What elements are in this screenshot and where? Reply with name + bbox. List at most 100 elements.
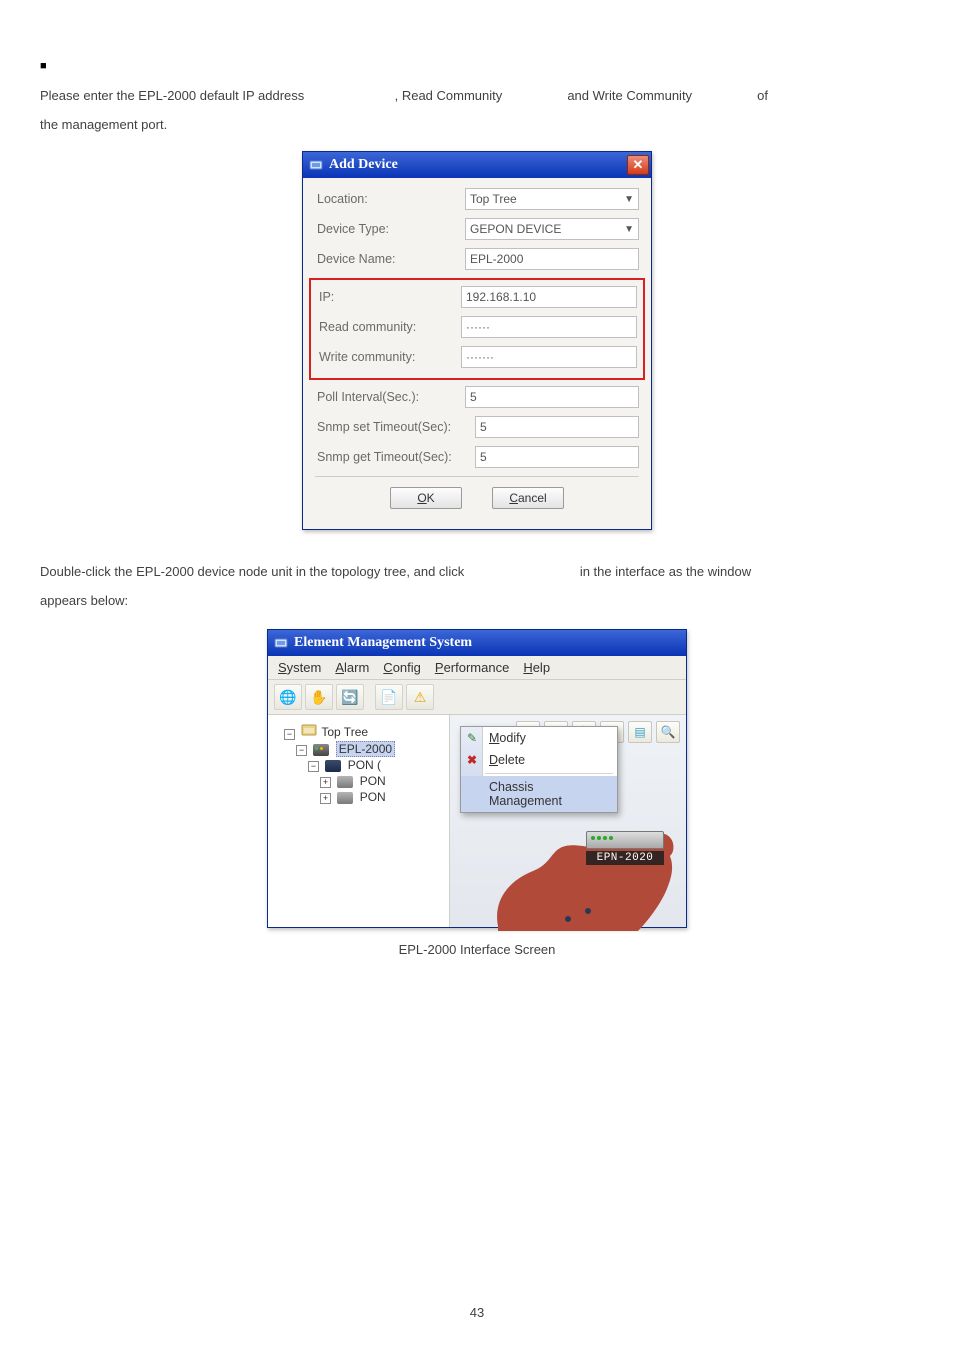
mid-1a: Double-click the EPL-2000 device node un… xyxy=(40,564,464,579)
mid-paragraph: Double-click the EPL-2000 device node un… xyxy=(40,558,914,587)
location-label: Location: xyxy=(315,192,465,206)
refresh-icon: 🔄 xyxy=(341,689,358,706)
map-tool-zoom[interactable]: 🔍 xyxy=(656,721,680,743)
menu-system[interactable]: System xyxy=(278,660,321,675)
tree-collapse-icon[interactable]: − xyxy=(308,761,319,772)
map-device-icon xyxy=(586,831,664,849)
intro-1c: and Write Community xyxy=(567,88,692,103)
intro-gap1 xyxy=(308,88,391,103)
mid-1b: in the interface as the window xyxy=(580,564,751,579)
read-community-input[interactable] xyxy=(461,316,637,338)
write-community-input[interactable] xyxy=(461,346,637,368)
intro-gap3 xyxy=(696,88,754,103)
menu-config[interactable]: Config xyxy=(383,660,421,675)
ip-input[interactable] xyxy=(461,286,637,308)
menu-config-u: C xyxy=(383,660,392,675)
tree-collapse-icon[interactable]: − xyxy=(284,729,295,740)
ctx-chassis-label: Chassis Management xyxy=(489,780,607,808)
ems-menubar: System Alarm Config Performance Help xyxy=(268,656,686,680)
toolbar-btn-1[interactable]: 🌐 xyxy=(274,684,302,710)
map-device-block[interactable]: EPN-2020 xyxy=(586,831,664,865)
device-type-value: GEPON DEVICE xyxy=(470,222,561,236)
hand-icon: ✋ xyxy=(310,689,327,706)
device-type-combo[interactable]: GEPON DEVICE ▼ xyxy=(465,218,639,240)
menu-config-r: onfig xyxy=(393,660,421,675)
ctx-modify[interactable]: ✎ Modify xyxy=(461,727,617,749)
device-type-label: Device Type: xyxy=(315,222,465,236)
tree-pon2[interactable]: PON xyxy=(360,790,386,804)
location-value: Top Tree xyxy=(470,192,517,206)
intro-gap2 xyxy=(506,88,564,103)
tree-epl-node[interactable]: EPL-2000 xyxy=(336,741,395,757)
snmp-get-timeout-input[interactable] xyxy=(475,446,639,468)
menu-alarm-r: larm xyxy=(344,660,369,675)
read-community-label: Read community: xyxy=(317,320,461,334)
menu-alarm[interactable]: Alarm xyxy=(335,660,369,675)
poll-interval-label: Poll Interval(Sec.): xyxy=(315,390,465,404)
menu-performance[interactable]: Performance xyxy=(435,660,509,675)
ems-titlebar: Element Management System xyxy=(268,630,686,656)
toolbar-btn-5[interactable]: ⚠ xyxy=(406,684,434,710)
close-icon: ✕ xyxy=(633,157,644,173)
cancel-button[interactable]: Cancel xyxy=(492,487,564,509)
ctx-delete[interactable]: ✖ Delete xyxy=(461,749,617,771)
location-combo[interactable]: Top Tree ▼ xyxy=(465,188,639,210)
tree-expand-icon[interactable]: + xyxy=(320,793,331,804)
intro-1d: of xyxy=(757,88,768,103)
zoom-icon: 🔍 xyxy=(661,725,676,739)
chevron-down-icon: ▼ xyxy=(624,194,634,205)
intro-1a: Please enter the EPL-2000 default IP add… xyxy=(40,88,304,103)
dialog-app-icon xyxy=(309,158,323,172)
device-name-input[interactable] xyxy=(465,248,639,270)
snmp-set-timeout-label: Snmp set Timeout(Sec): xyxy=(315,420,475,434)
page-number: 43 xyxy=(0,1305,954,1320)
ems-toolbar: 🌐 ✋ 🔄 📄 ⚠ xyxy=(268,680,686,715)
cancel-rest: ancel xyxy=(518,491,547,505)
poll-interval-input[interactable] xyxy=(465,386,639,408)
tree-pon1[interactable]: PON xyxy=(360,774,386,788)
ctx-modify-u: M xyxy=(489,731,499,745)
ctx-delete-u: D xyxy=(489,753,498,767)
ctx-chassis-management[interactable]: Chassis Management xyxy=(461,776,617,812)
edit-icon: ✎ xyxy=(465,731,479,745)
warning-icon: ⚠ xyxy=(414,689,427,706)
figure-caption: EPL-2000 Interface Screen xyxy=(40,942,914,957)
topology-tree[interactable]: − Top Tree − EPL-2000 xyxy=(268,715,450,927)
ok-button[interactable]: OK xyxy=(390,487,462,509)
intro-paragraph: Please enter the EPL-2000 default IP add… xyxy=(40,82,914,111)
highlighted-fields: IP: Read community: Write community: xyxy=(309,278,645,380)
card-icon xyxy=(325,760,341,772)
tree-collapse-icon[interactable]: − xyxy=(296,745,307,756)
toolbar-btn-3[interactable]: 🔄 xyxy=(336,684,364,710)
menu-system-u: S xyxy=(278,660,287,675)
map-landmass xyxy=(488,811,678,931)
ems-title: Element Management System xyxy=(294,635,472,651)
snmp-set-timeout-input[interactable] xyxy=(475,416,639,438)
context-menu: ✎ Modify ✖ Delete Chassis Management xyxy=(460,726,618,813)
dialog-titlebar: Add Device ✕ xyxy=(303,152,651,178)
menu-help[interactable]: Help xyxy=(523,660,550,675)
map-tool-grid[interactable]: ▤ xyxy=(628,721,652,743)
ems-window: Element Management System System Alarm C… xyxy=(267,629,687,928)
tree-root-icon xyxy=(301,723,317,740)
menu-help-u: H xyxy=(523,660,532,675)
ctx-delete-r: elete xyxy=(498,753,525,767)
dialog-title: Add Device xyxy=(329,157,398,173)
port-icon xyxy=(337,776,353,788)
mid-gap xyxy=(468,564,576,579)
ok-rest: K xyxy=(427,491,435,505)
ok-mnemonic: O xyxy=(417,491,426,505)
tree-pon-card[interactable]: PON ( xyxy=(348,758,381,772)
globe-icon: 🌐 xyxy=(279,689,296,706)
close-button[interactable]: ✕ xyxy=(627,155,649,175)
delete-icon: ✖ xyxy=(465,753,479,767)
menu-help-r: elp xyxy=(533,660,550,675)
ctx-separator xyxy=(485,773,613,774)
tree-expand-icon[interactable]: + xyxy=(320,777,331,788)
grid-icon: ▤ xyxy=(634,725,645,739)
intro-paragraph-2: the management port. xyxy=(40,111,914,140)
toolbar-btn-4[interactable]: 📄 xyxy=(375,684,403,710)
toolbar-btn-2[interactable]: ✋ xyxy=(305,684,333,710)
menu-perf-u: P xyxy=(435,660,444,675)
ctx-modify-r: odify xyxy=(499,731,525,745)
